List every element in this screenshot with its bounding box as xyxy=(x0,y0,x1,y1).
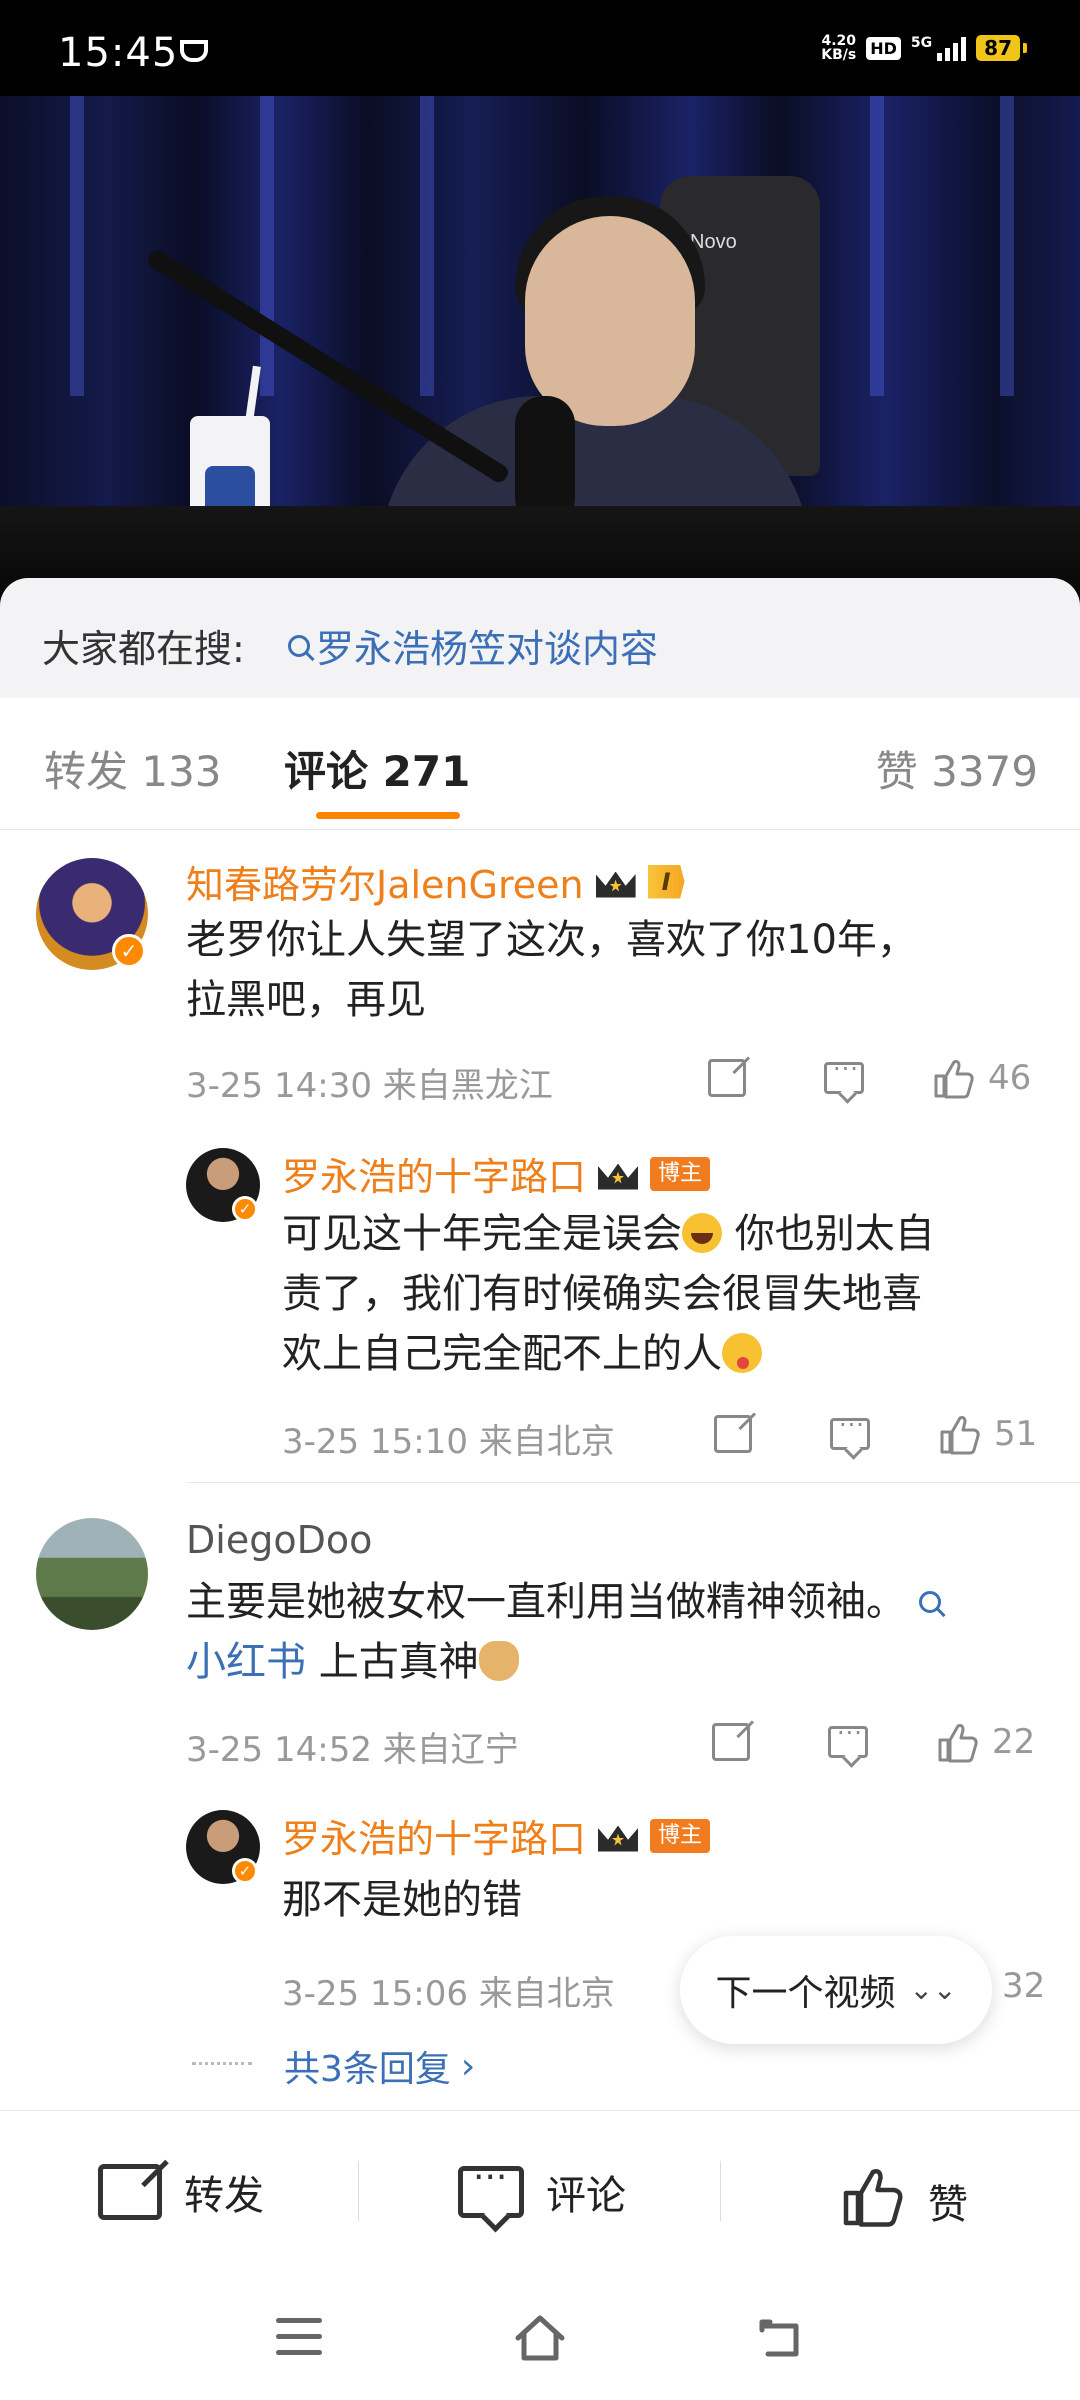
network-speed-value: 4.20 xyxy=(821,33,857,49)
like-button[interactable]: 赞 xyxy=(840,2163,968,2239)
comment-icon[interactable] xyxy=(828,1719,868,1758)
topic-link[interactable]: 小红书 xyxy=(186,1639,306,1685)
reply-text: 可见这十年完全是误会 你也别太自 责了，我们有时候确实会很冒失地喜 欢上自己完全… xyxy=(282,1211,935,1377)
search-suggestion-link[interactable]: 罗永浩杨笠对谈内容 xyxy=(288,618,658,673)
home-icon[interactable] xyxy=(512,2310,568,2366)
signal-icon: 5G xyxy=(910,35,967,61)
doge-emoji-icon xyxy=(478,1641,519,1681)
back-icon[interactable] xyxy=(756,2316,804,2360)
next-video-button[interactable]: 下一个视频 ⌄⌄ xyxy=(680,1936,992,2044)
chevron-right-icon: › xyxy=(460,2045,476,2087)
reply-text: 那不是她的错 xyxy=(282,1877,522,1923)
avatar[interactable] xyxy=(36,1518,148,1630)
search-suggestion-bar: 大家都在搜: 罗永浩杨笠对谈内容 xyxy=(0,578,1080,698)
share-icon[interactable] xyxy=(708,1059,746,1097)
like-count: 51 xyxy=(994,1414,1038,1454)
hd-icon: HD xyxy=(866,36,901,60)
comment-icon[interactable] xyxy=(824,1055,864,1094)
tongue-emoji-icon xyxy=(722,1333,762,1373)
member-level-badge: I xyxy=(647,864,685,899)
comment-icon xyxy=(458,2157,524,2218)
tab-active-indicator xyxy=(316,812,460,819)
network-speed-unit: KB/s xyxy=(821,47,857,63)
like-count: 32 xyxy=(1002,1966,1046,2006)
comment-username[interactable]: DiegoDoo xyxy=(186,1518,372,1562)
status-bar: 15:45 4.20 KB/s HD 5G 87 xyxy=(0,0,1080,96)
like-icon[interactable] xyxy=(936,1720,980,1764)
search-suggestion-label: 大家都在搜: xyxy=(42,627,245,671)
comment-actions: 46 xyxy=(708,1055,1032,1100)
reply-username-text: 罗永浩的十字路口 xyxy=(282,1155,587,1199)
comment-text: 主要是她被女权一直利用当做精神领袖。 小红书 上古真神 xyxy=(186,1572,941,1692)
reply-username-text: 罗永浩的十字路口 xyxy=(282,1817,587,1861)
tab-repost[interactable]: 转发 133 xyxy=(44,738,222,799)
status-time: 15:45 xyxy=(58,30,179,76)
verified-icon: ✓ xyxy=(232,1858,258,1884)
grin-emoji-icon xyxy=(682,1213,722,1253)
tab-bar: 转发 133 评论 271 赞 3379 xyxy=(0,698,1080,830)
system-nav-bar xyxy=(0,2280,1080,2400)
verified-icon: ✓ xyxy=(232,1196,258,1222)
reply-actions: 51 xyxy=(714,1411,1038,1456)
host-badge: 博主 xyxy=(650,1156,711,1191)
reply-meta: 3-25 15:06 来自北京 xyxy=(282,1974,615,2014)
comment-icon[interactable] xyxy=(830,1411,870,1450)
chevron-down-icon: ⌄⌄ xyxy=(909,1973,957,2006)
like-icon[interactable] xyxy=(938,1412,982,1456)
repost-button[interactable]: 转发 xyxy=(98,2163,264,2221)
reply-username[interactable]: 罗永浩的十字路口 博主 xyxy=(282,1808,711,1863)
like-count: 22 xyxy=(992,1722,1036,1762)
network-speed: 4.20 KB/s xyxy=(821,34,856,62)
comment-text: 老罗你让人失望了这次，喜欢了你10年， 拉黑吧，再见 xyxy=(186,917,917,1023)
network-type: 5G xyxy=(910,35,933,51)
like-icon xyxy=(840,2163,906,2239)
comment-actions: 22 xyxy=(712,1719,1036,1764)
comment-username-text: DiegoDoo xyxy=(186,1518,373,1562)
crown-icon xyxy=(594,864,638,900)
reply-username[interactable]: 罗永浩的十字路口 博主 xyxy=(282,1146,711,1201)
video-player[interactable]: Novo xyxy=(0,96,1080,616)
share-icon[interactable] xyxy=(714,1415,752,1453)
like-icon[interactable] xyxy=(932,1056,976,1100)
host-badge: 博主 xyxy=(650,1818,711,1853)
comment-meta: 3-25 14:52 来自辽宁 xyxy=(186,1730,519,1770)
crown-icon xyxy=(596,1818,640,1854)
comment-meta: 3-25 14:30 来自黑龙江 xyxy=(186,1066,553,1106)
tab-likes[interactable]: 赞 3379 xyxy=(876,738,1038,799)
battery-icon: 87 xyxy=(976,35,1027,61)
like-count: 46 xyxy=(988,1058,1032,1098)
comment-username[interactable]: 知春路劳尔JalenGreen I xyxy=(186,854,685,909)
divider xyxy=(186,1482,1080,1483)
reply-meta: 3-25 15:10 来自北京 xyxy=(282,1422,615,1462)
comment-button[interactable]: 评论 xyxy=(458,2157,626,2221)
menu-icon[interactable] xyxy=(276,2318,322,2358)
share-icon xyxy=(98,2164,162,2220)
comment-username-text: 知春路劳尔JalenGreen xyxy=(186,863,584,907)
crown-icon xyxy=(596,1156,640,1192)
status-indicators: 4.20 KB/s HD 5G 87 xyxy=(821,34,1027,62)
search-icon xyxy=(288,634,310,657)
bottom-action-bar: 转发 评论 赞 xyxy=(0,2110,1080,2280)
notification-icon xyxy=(180,40,208,62)
verified-icon: ✓ xyxy=(112,934,146,968)
search-icon xyxy=(918,1591,941,1613)
search-suggestion-query: 罗永浩杨笠对谈内容 xyxy=(316,627,659,671)
more-replies-link[interactable]: 共3条回复 › xyxy=(284,2040,475,2092)
share-icon[interactable] xyxy=(712,1723,750,1761)
